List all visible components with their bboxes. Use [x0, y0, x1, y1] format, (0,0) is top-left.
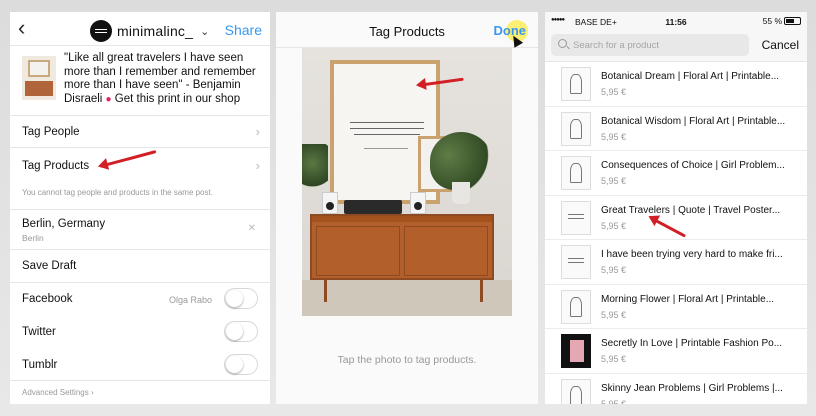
product-name: Botanical Dream | Floral Art | Printable…	[601, 71, 780, 82]
product-list-item[interactable]: Morning Flower | Floral Art | Printable.…	[545, 285, 807, 329]
back-chevron-icon[interactable]: ‹	[18, 17, 25, 39]
product-price: 5,95 €	[601, 131, 627, 142]
save-draft-row[interactable]: Save Draft	[10, 250, 270, 283]
post-thumbnail	[22, 56, 56, 100]
location-row[interactable]: Berlin, Germany Berlin ✕	[10, 210, 270, 250]
location-label: Berlin, Germany	[22, 218, 106, 230]
facebook-account: Olga Rabo	[168, 295, 212, 305]
product-thumbnail	[561, 111, 591, 146]
battery-indicator: 55 %	[763, 16, 801, 26]
product-price: 5,95 €	[601, 354, 627, 364]
search-box[interactable]	[551, 34, 749, 56]
post-settings-header: ‹ minimalinc_ ⌄ Share	[10, 12, 270, 46]
battery-percent: 55 %	[762, 16, 782, 26]
product-list-item[interactable]: Skinny Jean Problems | Girl Problems |..…	[545, 374, 807, 405]
product-list-item[interactable]: Secretly In Love | Printable Fashion Po.…	[545, 329, 807, 374]
product-list-item[interactable]: Botanical Dream | Floral Art | Printable…	[545, 62, 807, 107]
advanced-settings-label: Advanced Settings	[22, 388, 89, 397]
location-sub: Berlin	[22, 233, 44, 243]
product-search-panel: ●●●●● BASE DE+ 11:56 55 % Cancel Botanic…	[545, 12, 807, 404]
battery-icon	[784, 17, 801, 25]
product-thumbnail	[561, 334, 591, 368]
product-thumbnail	[561, 67, 591, 101]
chevron-right-icon: ›	[255, 124, 260, 139]
chevron-right-icon: ›	[255, 158, 260, 173]
product-list-item[interactable]: Botanical Wisdom | Floral Art | Printabl…	[545, 107, 807, 151]
done-button[interactable]: Done	[494, 23, 527, 38]
twitter-label: Twitter	[22, 326, 56, 338]
product-price: 5,95 €	[601, 220, 627, 231]
product-price: 5,95 €	[601, 176, 627, 186]
product-list-item[interactable]: Consequences of Choice | Girl Problem...…	[545, 151, 807, 196]
post-settings-panel: ‹ minimalinc_ ⌄ Share "Like all great tr…	[10, 12, 270, 404]
tag-people-label: Tag People	[22, 126, 80, 138]
account-switcher[interactable]: minimalinc_ ⌄	[90, 20, 209, 42]
advanced-settings-link[interactable]: Advanced Settings ›	[22, 388, 94, 397]
product-thumbnail	[561, 245, 591, 279]
facebook-toggle[interactable]	[224, 288, 258, 309]
cancel-button[interactable]: Cancel	[762, 38, 799, 52]
account-name: minimalinc_	[117, 23, 194, 39]
tag-people-row[interactable]: Tag People ›	[10, 116, 270, 148]
post-photo[interactable]	[302, 48, 512, 316]
product-list-item[interactable]: I have been trying very hard to make fri…	[545, 240, 807, 285]
status-bar: ●●●●● BASE DE+ 11:56 55 %	[545, 12, 807, 32]
product-name: Great Travelers | Quote | Travel Poster.…	[601, 204, 781, 216]
tag-products-header: Tag Products Done	[276, 12, 538, 48]
product-thumbnail	[561, 289, 591, 324]
search-bar: Cancel	[545, 32, 807, 62]
product-thumbnail	[561, 156, 591, 190]
product-price: 5,95 €	[601, 265, 627, 275]
product-name: Skinny Jean Problems | Girl Problems |..…	[601, 382, 783, 394]
search-icon	[558, 39, 567, 48]
tag-note: You cannot tag people and products in th…	[22, 188, 213, 197]
product-price: 5,95 €	[601, 398, 627, 405]
caption-row[interactable]: "Like all great travelers I have seen mo…	[10, 46, 270, 116]
save-draft-label: Save Draft	[22, 260, 77, 272]
product-name: Botanical Wisdom | Floral Art | Printabl…	[601, 115, 786, 127]
clear-x-icon[interactable]: ✕	[248, 223, 256, 234]
heart-emoji-icon: ●	[105, 93, 112, 105]
tumblr-label: Tumblr	[22, 359, 58, 371]
cabinet	[310, 214, 494, 280]
product-name: Consequences of Choice | Girl Problem...	[601, 160, 785, 171]
caption-text[interactable]: "Like all great travelers I have seen mo…	[64, 52, 264, 106]
share-button[interactable]: Share	[225, 22, 262, 38]
tumblr-toggle[interactable]	[224, 354, 258, 375]
product-name: Morning Flower | Floral Art | Printable.…	[601, 293, 775, 305]
tag-products-panel: Tag Products Done Tap the photo to tag p…	[276, 12, 538, 404]
caption-tail: Get this print in our shop	[114, 92, 241, 105]
tumblr-row: Tumblr	[10, 349, 270, 382]
facebook-row: Facebook Olga Rabo	[10, 283, 270, 316]
account-logo-icon	[90, 20, 112, 42]
product-search-input[interactable]	[573, 38, 743, 52]
tap-photo-hint: Tap the photo to tag products.	[337, 354, 477, 366]
product-thumbnail	[561, 378, 591, 404]
product-thumbnail	[561, 200, 591, 235]
product-name: I have been trying very hard to make fri…	[601, 249, 783, 260]
product-price: 5,95 €	[601, 309, 627, 320]
twitter-toggle[interactable]	[224, 321, 258, 342]
twitter-row: Twitter	[10, 316, 270, 349]
chevron-down-icon: ⌄	[200, 25, 210, 38]
screenshot-stage: ‹ minimalinc_ ⌄ Share "Like all great tr…	[0, 0, 816, 416]
product-name: Secretly In Love | Printable Fashion Po.…	[601, 338, 783, 349]
product-price: 5,95 €	[601, 87, 627, 97]
divider	[10, 380, 270, 381]
tag-products-label: Tag Products	[22, 160, 90, 172]
facebook-label: Facebook	[22, 293, 73, 305]
